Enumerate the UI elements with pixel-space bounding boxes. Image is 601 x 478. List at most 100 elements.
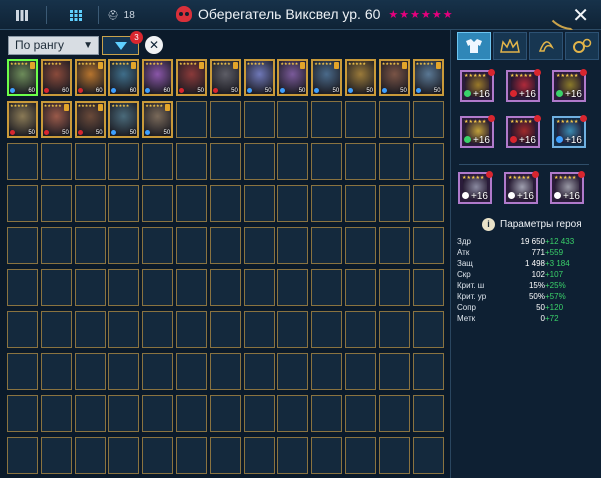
info-icon: i	[482, 218, 495, 231]
hero-level: 60	[95, 88, 103, 94]
gear-slot[interactable]: ★★★★★ +16	[506, 115, 541, 148]
hero-card[interactable]: ★★★★★ 50	[74, 101, 106, 138]
stat-label: Защ	[457, 259, 473, 268]
empty-hero-slot	[142, 353, 174, 390]
hero-card[interactable]: ★★★★★ 50	[40, 101, 72, 138]
gear-slot[interactable]: ★★★★★ +16	[460, 115, 495, 148]
empty-hero-slot	[378, 185, 410, 222]
empty-hero-slot	[311, 143, 343, 180]
hero-params-button[interactable]: i Параметры героя	[482, 218, 582, 231]
hero-card[interactable]: ★★★★★ 50	[108, 101, 140, 138]
empty-hero-slot	[7, 311, 38, 348]
gear-slot[interactable]: ★★★★★ +16	[550, 171, 585, 204]
hero-card[interactable]: ★★★★★ 50	[345, 59, 376, 96]
empty-hero-slot	[176, 395, 207, 432]
empty-hero-slot	[142, 185, 174, 222]
empty-hero-slot	[277, 227, 309, 264]
divider	[459, 164, 589, 165]
hero-card[interactable]: ★★★★★ 60	[7, 59, 38, 96]
hero-title: Оберегатель Виксвел ур. 60 ★★★★★★	[176, 6, 454, 22]
tab-masteries[interactable]	[493, 32, 527, 60]
notification-dot	[486, 171, 493, 178]
gear-stars: ★★★★★	[556, 119, 579, 125]
empty-hero-slot	[311, 101, 343, 138]
set-icon	[554, 192, 561, 199]
empty-hero-slot	[108, 395, 140, 432]
stat-bonus: +25%	[545, 281, 566, 290]
skill-icon	[538, 41, 554, 52]
empty-hero-slot	[74, 185, 106, 222]
empty-hero-slot	[412, 227, 444, 264]
hero-card[interactable]: ★★★★★ 50	[209, 59, 241, 96]
vault-marker-icon	[232, 62, 238, 69]
grid-view-icon[interactable]	[66, 5, 86, 25]
affinity-icon	[77, 130, 83, 135]
empty-hero-slot	[142, 311, 174, 348]
hero-card[interactable]: ★★★★★ 50	[412, 59, 444, 96]
hero-card[interactable]: ★★★★★ 50	[176, 59, 207, 96]
gear-level: +16	[565, 89, 582, 100]
hero-card[interactable]: ★★★★★ 50	[311, 59, 343, 96]
vault-marker-icon	[165, 104, 171, 111]
hero-stars: ★★★★★	[111, 103, 130, 108]
hero-card[interactable]: ★★★★★ 60	[74, 59, 106, 96]
set-icon	[464, 136, 471, 143]
empty-hero-slot	[209, 101, 241, 138]
tab-settings[interactable]	[565, 32, 599, 60]
sort-dropdown[interactable]: По рангу ▼	[8, 36, 99, 55]
helmet-icon: ⛑	[107, 9, 119, 20]
stat-row: Атк 771 +559	[457, 247, 587, 258]
rank-stars: ★★★★★★	[388, 8, 454, 21]
gear-stars: ★★★★★	[464, 119, 487, 125]
empty-hero-slot	[108, 437, 140, 474]
hero-stars: ★★★★★	[314, 61, 333, 66]
gear-slot[interactable]: ★★★★★ +16	[504, 171, 539, 204]
empty-hero-slot	[412, 395, 444, 432]
tab-artifacts[interactable]	[457, 32, 491, 60]
hero-card[interactable]: ★★★★★ 50	[378, 59, 410, 96]
empty-hero-slot	[345, 101, 376, 138]
set-icon	[556, 90, 563, 97]
tab-skills[interactable]	[529, 32, 563, 60]
affinity-icon	[246, 88, 252, 93]
affinity-icon	[77, 88, 83, 93]
menu-icon[interactable]	[12, 5, 32, 25]
empty-hero-slot	[243, 311, 275, 348]
clear-filter-button[interactable]: ✕	[145, 36, 163, 54]
hero-card[interactable]: ★★★★★ 50	[243, 59, 275, 96]
empty-hero-slot	[40, 395, 72, 432]
gear-level: +16	[471, 191, 488, 202]
close-button[interactable]: ✕	[543, 0, 601, 30]
filter-button[interactable]: 3	[102, 31, 143, 55]
stat-bonus: +57%	[545, 292, 566, 301]
stat-row: Крит. ур 50% +57%	[457, 291, 587, 302]
gear-slot[interactable]: ★★★★★ +16	[460, 69, 495, 102]
empty-hero-slot	[176, 353, 207, 390]
empty-hero-slot	[345, 143, 376, 180]
hero-stars: ★★★★★	[111, 61, 130, 66]
gear-slot[interactable]: ★★★★★ +16	[552, 115, 587, 148]
hero-level: 50	[400, 88, 407, 94]
hero-level: 50	[231, 88, 238, 94]
hero-card[interactable]: ★★★★★ 50	[7, 101, 38, 138]
empty-hero-slot	[277, 353, 309, 390]
stat-row: Крит. ш 15% +25%	[457, 280, 587, 291]
hero-card[interactable]: ★★★★★ 60	[108, 59, 140, 96]
vault-marker-icon	[435, 62, 441, 69]
hero-card[interactable]: ★★★★★ 50	[142, 101, 174, 138]
hero-card[interactable]: ★★★★★ 60	[40, 59, 72, 96]
filter-icon	[114, 41, 127, 50]
hero-stars: ★★★★★	[145, 61, 164, 66]
hero-stars: ★★★★★	[280, 61, 299, 66]
empty-hero-slot	[108, 353, 140, 390]
gear-slot[interactable]: ★★★★★ +16	[458, 171, 493, 204]
chevron-down-icon: ▼	[83, 40, 93, 51]
empty-hero-slot	[176, 101, 207, 138]
hero-card[interactable]: ★★★★★ 50	[277, 59, 309, 96]
close-icon[interactable]: ✕	[572, 3, 589, 28]
empty-hero-slot	[209, 395, 241, 432]
hero-card[interactable]: ★★★★★ 60	[142, 59, 174, 96]
gear-slot[interactable]: ★★★★★ +16	[506, 69, 541, 102]
hero-level: 50	[28, 130, 35, 136]
gear-slot[interactable]: ★★★★★ +16	[552, 69, 587, 102]
